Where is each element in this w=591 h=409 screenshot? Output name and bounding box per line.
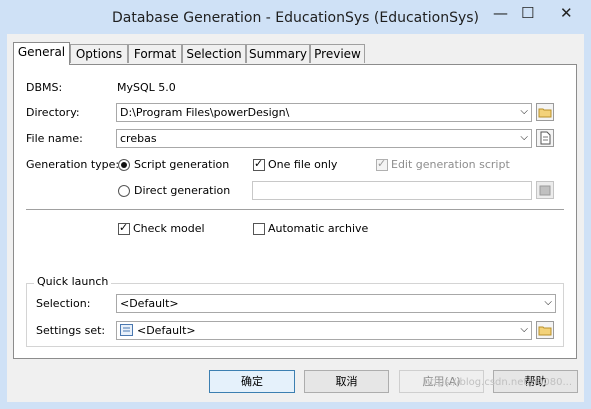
quick-launch-title: Quick launch xyxy=(34,275,112,288)
close-button[interactable]: ✕ xyxy=(560,4,573,22)
separator xyxy=(26,209,564,210)
one-file-only-checkbox[interactable]: ✓ xyxy=(253,157,265,171)
check-model-checkbox[interactable]: ✓ xyxy=(118,221,130,235)
tab-general[interactable]: General xyxy=(13,42,70,65)
connect-datasource-button[interactable] xyxy=(536,181,554,199)
direct-generation-radio[interactable] xyxy=(118,185,130,197)
maximize-button[interactable]: ☐ xyxy=(521,4,534,22)
filename-value: crebas xyxy=(120,132,157,145)
directory-label: Directory: xyxy=(26,106,80,119)
chevron-down-icon: ⌵ xyxy=(520,106,528,117)
direct-generation-label[interactable]: Direct generation xyxy=(134,184,230,197)
document-icon xyxy=(540,131,551,145)
dialog-window: Database Generation - EducationSys (Educ… xyxy=(0,0,591,409)
edit-generation-script-label[interactable]: Edit generation script xyxy=(391,158,510,171)
check-model-label[interactable]: Check model xyxy=(133,222,205,235)
edit-file-button[interactable] xyxy=(536,129,554,147)
minimize-button[interactable]: — xyxy=(493,4,508,22)
script-generation-label[interactable]: Script generation xyxy=(134,158,229,171)
automatic-archive-checkbox[interactable] xyxy=(253,223,265,235)
radio-selected-dot xyxy=(121,162,127,168)
script-generation-radio[interactable] xyxy=(118,159,130,171)
folder-icon xyxy=(538,326,552,336)
filename-combo[interactable]: crebas ⌵ xyxy=(116,129,532,148)
filename-label: File name: xyxy=(26,132,83,145)
selection-combo[interactable]: <Default> ⌵ xyxy=(116,294,556,313)
settings-list-icon xyxy=(120,324,133,336)
directory-value: D:\Program Files\powerDesign\ xyxy=(120,106,290,119)
one-file-only-label[interactable]: One file only xyxy=(268,158,337,171)
tab-preview[interactable]: Preview xyxy=(310,44,365,63)
general-panel: DBMS: MySQL 5.0 Directory: D:\Program Fi… xyxy=(13,64,577,359)
browse-settings-button[interactable] xyxy=(536,321,554,339)
browse-directory-button[interactable] xyxy=(536,103,554,121)
tab-selection[interactable]: Selection xyxy=(182,44,246,63)
check-icon: ✓ xyxy=(119,221,129,234)
edit-generation-script-checkbox[interactable]: ✓ xyxy=(376,157,388,171)
tab-options[interactable]: Options xyxy=(70,44,128,63)
settings-set-value: <Default> xyxy=(137,324,196,337)
chevron-down-icon: ⌵ xyxy=(520,132,528,143)
datasource-field[interactable] xyxy=(252,181,532,200)
chevron-down-icon: ⌵ xyxy=(520,324,528,335)
selection-label: Selection: xyxy=(36,297,91,310)
watermark-text: https://blog.csdn.net/u0080... xyxy=(423,377,572,388)
settings-set-combo[interactable]: <Default> ⌵ xyxy=(116,321,532,340)
dbms-value: MySQL 5.0 xyxy=(117,81,176,94)
selection-value: <Default> xyxy=(120,297,179,310)
database-icon xyxy=(539,185,551,196)
tab-summary[interactable]: Summary xyxy=(246,44,310,63)
tab-format[interactable]: Format xyxy=(128,44,182,63)
cancel-button[interactable]: 取消 xyxy=(304,370,389,393)
title-bar: Database Generation - EducationSys (Educ… xyxy=(0,0,591,34)
generation-type-label: Generation type: xyxy=(26,158,120,171)
check-icon: ✓ xyxy=(377,157,387,170)
settings-set-label: Settings set: xyxy=(36,324,106,337)
dialog-body: General Options Format Selection Summary… xyxy=(7,34,584,402)
folder-icon xyxy=(538,108,552,118)
check-icon: ✓ xyxy=(254,157,264,170)
directory-combo[interactable]: D:\Program Files\powerDesign\ ⌵ xyxy=(116,103,532,122)
dbms-label: DBMS: xyxy=(26,81,63,94)
chevron-down-icon: ⌵ xyxy=(544,297,552,308)
ok-button[interactable]: 确定 xyxy=(209,370,295,393)
automatic-archive-label[interactable]: Automatic archive xyxy=(268,222,368,235)
